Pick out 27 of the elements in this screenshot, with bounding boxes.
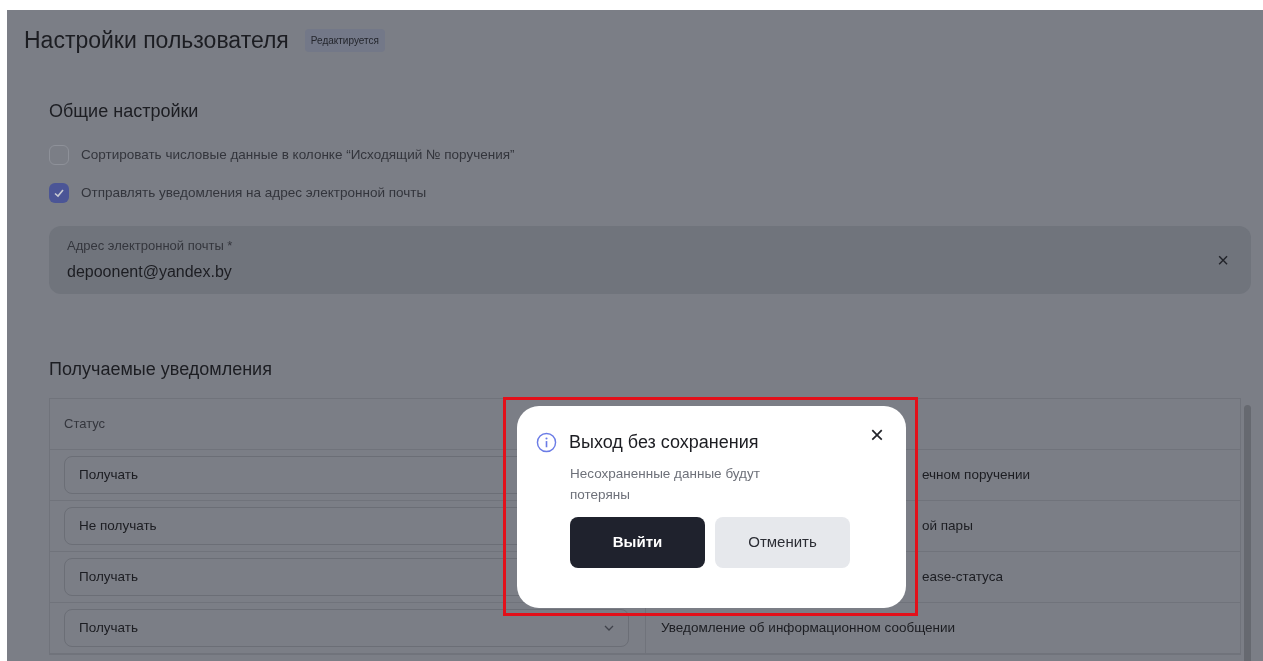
status-select[interactable]: Получать	[64, 609, 629, 647]
select-value: Получать	[79, 567, 138, 586]
select-value: Получать	[79, 618, 138, 637]
section-heading: Общие настройки	[49, 99, 200, 123]
email-input-field[interactable]: Адрес электронной почты * depoonent@yandex.by ×	[49, 226, 1251, 294]
info-icon	[536, 432, 557, 453]
exit-button[interactable]: Выйти	[570, 517, 705, 568]
field-label: Адрес электронной почты *	[67, 237, 233, 256]
section-heading: Получаемые уведомления	[49, 358, 273, 381]
status-badge: Редактируется	[304, 28, 385, 52]
table-cell-text: ease-статуса	[922, 567, 1003, 586]
table-cell-text: ой пары	[922, 516, 973, 535]
select-value: Не получать	[79, 516, 157, 535]
close-button[interactable]: ×	[870, 423, 884, 447]
checkbox[interactable]	[49, 182, 69, 203]
cancel-button[interactable]: Отменить	[715, 517, 850, 568]
table-cell-text: ечном поручении	[922, 465, 1031, 484]
dialog-title: Выход без сохранения	[569, 431, 759, 454]
checkbox-label: Сортировать числовые данные в колонке “Исходящий № поручения”	[81, 145, 515, 164]
checkbox-label: Отправлять уведомления на адрес электронной почты	[81, 183, 427, 202]
chevron-down-icon	[604, 625, 614, 631]
clear-button[interactable]: ×	[1217, 250, 1229, 270]
field-value: depoonent@yandex.by	[67, 261, 233, 282]
table-cell-text: Уведомление об информационном сообщении	[661, 618, 956, 637]
column-header: Статус	[63, 415, 107, 434]
select-value: Получать	[79, 465, 138, 484]
page-title: Настройки пользователя	[24, 26, 289, 55]
